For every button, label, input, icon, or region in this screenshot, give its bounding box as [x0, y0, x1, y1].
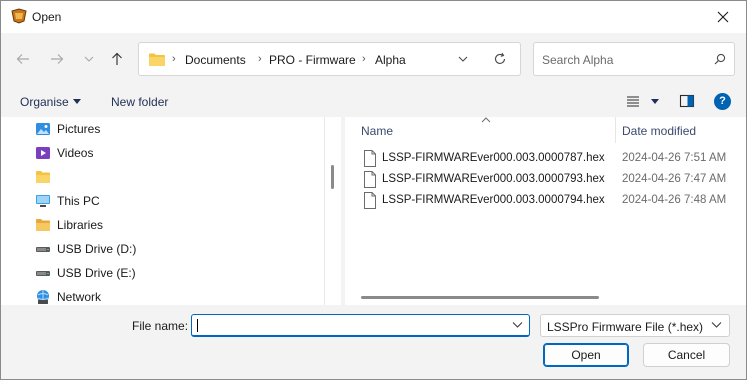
close-icon [717, 11, 729, 23]
search-box[interactable]: Search Alpha [533, 42, 735, 76]
navigation-pane: Pictures Videos This PC Libraries USB Dr… [1, 117, 341, 305]
navigation-bar: › Documents › PRO - Firmware › Alpha Sea… [1, 33, 746, 85]
folder-icon [149, 53, 165, 66]
navigation-scrollbar[interactable] [324, 117, 341, 305]
nav-item-folder[interactable] [35, 165, 315, 189]
nav-item-usb-drive-e[interactable]: USB Drive (E:) [35, 261, 315, 285]
videos-icon [36, 147, 50, 159]
text-cursor [197, 319, 198, 332]
up-button[interactable] [106, 48, 128, 70]
nav-item-usb-drive-d[interactable]: USB Drive (D:) [35, 237, 315, 261]
file-icon [364, 150, 376, 167]
nav-item-this-pc[interactable]: This PC [35, 189, 315, 213]
sort-ascending-icon [481, 117, 491, 123]
command-bar: Organise New folder ? [1, 85, 746, 117]
breadcrumb-separator: › [362, 53, 366, 65]
libraries-icon [36, 219, 50, 231]
address-bar[interactable]: › Documents › PRO - Firmware › Alpha [138, 42, 521, 76]
file-name: LSSP-FIRMWAREver000.003.0000787.hex [382, 152, 605, 164]
usb-drive-icon [36, 247, 50, 252]
breadcrumb-documents[interactable]: Documents [185, 53, 246, 67]
view-dropdown-icon[interactable] [651, 99, 659, 104]
column-header-date-modified[interactable]: Date modified [622, 124, 696, 138]
refresh-icon[interactable] [493, 52, 507, 66]
address-history-dropdown-icon[interactable] [457, 54, 469, 64]
back-button[interactable] [12, 48, 34, 70]
folder-icon [36, 171, 50, 183]
open-button[interactable]: Open [543, 343, 629, 367]
arrow-left-icon [16, 54, 29, 64]
file-name-input[interactable] [191, 314, 530, 337]
file-name: LSSP-FIRMWAREver000.003.0000794.hex [382, 194, 605, 206]
close-button[interactable] [700, 1, 746, 33]
file-icon [364, 192, 376, 209]
cancel-button[interactable]: Cancel [643, 343, 730, 367]
file-date: 2024-04-26 7:51 AM [622, 152, 727, 164]
file-name-label: File name: [132, 319, 189, 333]
column-header-name[interactable]: Name [361, 124, 393, 138]
organise-button[interactable]: Organise [20, 95, 69, 109]
file-date: 2024-04-26 7:47 AM [622, 173, 727, 185]
new-folder-button[interactable]: New folder [111, 95, 168, 109]
window-title: Open [32, 10, 62, 24]
chevron-down-icon [711, 322, 722, 328]
breadcrumb-separator: › [258, 53, 262, 65]
network-icon [37, 290, 49, 304]
recent-locations-button[interactable] [78, 48, 100, 70]
file-list-pane: Name Date modified LSSP-FIRMWAREver000.0… [345, 117, 746, 305]
breadcrumb-separator: › [172, 53, 176, 65]
file-row[interactable]: LSSP-FIRMWAREver000.003.0000793.hex 2024… [359, 170, 746, 190]
file-date: 2024-04-26 7:48 AM [622, 194, 727, 206]
file-row[interactable]: LSSP-FIRMWAREver000.003.0000787.hex 2024… [359, 149, 746, 169]
forward-button[interactable] [46, 48, 68, 70]
column-divider[interactable] [615, 117, 616, 143]
nav-item-videos[interactable]: Videos [35, 141, 315, 165]
pictures-icon [36, 123, 50, 135]
app-icon [11, 8, 27, 24]
file-type-select[interactable]: LSSPro Firmware File (*.hex) [540, 314, 730, 337]
file-icon [364, 171, 376, 188]
navigation-tree: Pictures Videos This PC Libraries USB Dr… [1, 117, 324, 305]
search-icon [714, 53, 726, 65]
open-file-dialog: Open › Documents › PRO - Firmware › Alph… [0, 0, 747, 380]
chevron-down-icon[interactable] [512, 321, 523, 329]
chevron-down-icon [84, 56, 94, 62]
view-options-icon[interactable] [625, 93, 641, 109]
file-selection-area: File name: LSSPro Firmware File (*.hex) … [1, 305, 746, 379]
title-bar: Open [1, 1, 746, 33]
help-icon[interactable]: ? [714, 93, 731, 110]
horizontal-scrollbar[interactable] [345, 288, 746, 305]
search-placeholder: Search Alpha [542, 53, 614, 67]
arrow-right-icon [51, 54, 64, 64]
nav-item-libraries[interactable]: Libraries [35, 213, 315, 237]
arrow-up-icon [112, 52, 122, 65]
horizontal-scrollbar-thumb[interactable] [361, 296, 599, 299]
organise-dropdown-icon[interactable] [73, 99, 81, 104]
file-name: LSSP-FIRMWAREver000.003.0000793.hex [382, 173, 605, 185]
this-pc-icon [36, 195, 50, 207]
navigation-scrollbar-thumb[interactable] [331, 165, 334, 189]
usb-drive-icon [36, 271, 50, 276]
preview-pane-icon[interactable] [679, 93, 695, 109]
breadcrumb-alpha[interactable]: Alpha [375, 53, 406, 67]
file-row[interactable]: LSSP-FIRMWAREver000.003.0000794.hex 2024… [359, 191, 746, 211]
breadcrumb-pro-firmware[interactable]: PRO - Firmware [269, 53, 356, 67]
nav-item-pictures[interactable]: Pictures [35, 117, 315, 141]
file-type-value: LSSPro Firmware File (*.hex) [547, 320, 704, 334]
